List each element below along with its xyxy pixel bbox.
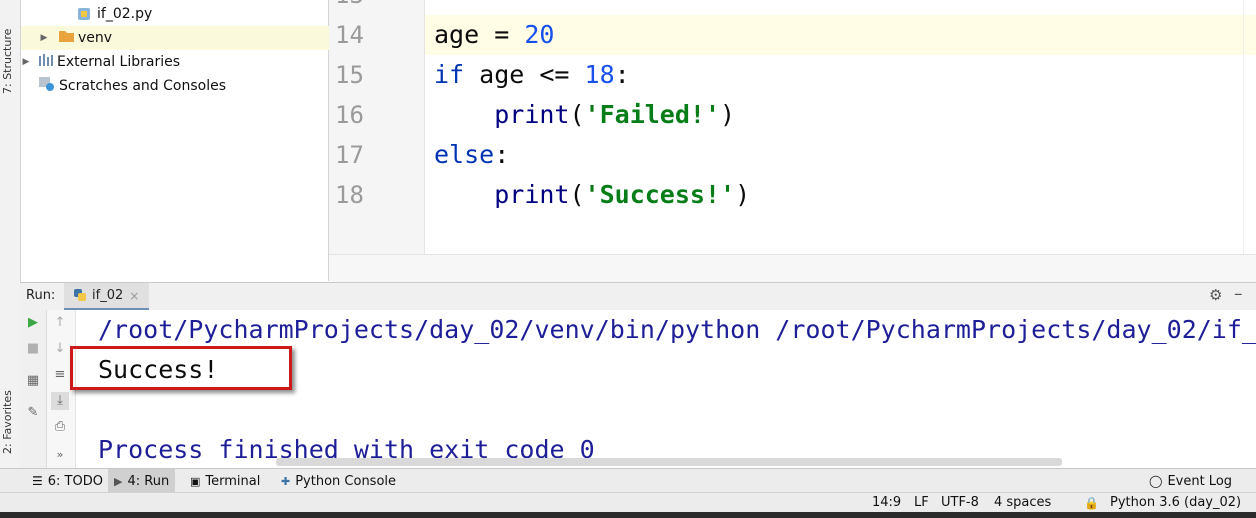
line-number: 17 — [335, 141, 364, 169]
horizontal-scrollbar[interactable] — [276, 458, 1062, 466]
event-log-icon: ◯ — [1149, 474, 1163, 488]
line-number: 18 — [335, 181, 364, 209]
favorites-label: 2: Favorites — [1, 390, 14, 454]
annotation-highlight-box — [70, 346, 292, 390]
line-number: 16 — [335, 101, 364, 129]
tree-item-external-libraries[interactable]: ▶ External Libraries — [21, 50, 328, 74]
python-console-label: Python Console — [295, 473, 397, 489]
event-log-tab[interactable]: ◯ Event Log — [1143, 469, 1238, 493]
editor-scrollbar[interactable] — [1243, 0, 1256, 254]
run-toolbar: ▶ ■ ▦ ✎ — [20, 310, 47, 468]
line-separator[interactable]: LF — [914, 493, 929, 513]
terminal-label: Terminal — [205, 473, 261, 489]
run-tab-if02[interactable]: if_02 × — [64, 283, 150, 310]
run-icon: ▶ — [114, 474, 123, 488]
minimize-icon[interactable]: – — [1234, 284, 1243, 304]
pin-icon[interactable]: ✎ — [24, 404, 42, 422]
code-line-14: age = 20 — [434, 20, 555, 49]
python-icon — [74, 286, 86, 305]
python-console-tab[interactable]: ✚ Python Console — [275, 469, 402, 493]
close-icon[interactable]: × — [129, 289, 139, 303]
code-line-16: print('Failed!') — [494, 100, 736, 129]
up-arrow-icon[interactable]: ↑ — [51, 314, 69, 332]
run-tab-label: 4: Run — [127, 473, 170, 489]
layout-icon[interactable]: ▦ — [24, 372, 42, 390]
tree-item-venv[interactable]: ▶ venv — [21, 26, 346, 50]
scroll-to-end-icon[interactable]: ⤓ — [51, 392, 69, 410]
left-tool-strip: 7: Structure 2: Favorites — [0, 0, 21, 468]
structure-tool-button[interactable]: 7: Structure — [1, 4, 19, 94]
library-icon — [39, 54, 53, 70]
chevron-right-icon[interactable]: ▶ — [39, 33, 49, 43]
favorites-tool-button[interactable]: 2: Favorites — [1, 362, 19, 454]
line-number: 15 — [335, 61, 364, 89]
python-console-icon: ✚ — [281, 474, 291, 488]
python-file-icon — [77, 7, 91, 21]
list-icon: ☰ — [32, 474, 43, 488]
editor-gutter: 13 14 15 16 17 18 — [329, 0, 425, 254]
code-line-17: else: — [434, 140, 510, 169]
background-terminal — [0, 512, 1256, 518]
lock-icon[interactable]: 🔒 — [1084, 493, 1099, 513]
status-bar: 14:9 LF UTF-8 4 spaces 🔒 Python 3.6 (day… — [0, 492, 1256, 513]
tree-item-label: External Libraries — [57, 54, 180, 70]
tree-item-label: if_02.py — [97, 6, 153, 22]
chevron-right-icon[interactable]: ▶ — [21, 57, 31, 67]
tree-item-scratches[interactable]: Scratches and Consoles — [21, 74, 346, 98]
structure-label: 7: Structure — [1, 28, 14, 94]
todo-label: 6: TODO — [47, 473, 103, 489]
more-icon[interactable]: » — [51, 446, 69, 464]
scratches-icon — [39, 77, 55, 95]
indent-setting[interactable]: 4 spaces — [994, 493, 1051, 513]
event-log-label: Event Log — [1167, 473, 1233, 489]
tree-item-label: Scratches and Consoles — [59, 78, 226, 94]
rerun-icon[interactable]: ▶ — [24, 314, 42, 332]
code-line-18: print('Success!') — [494, 180, 751, 209]
file-encoding[interactable]: UTF-8 — [941, 493, 979, 513]
terminal-icon: ▣ — [190, 474, 201, 488]
run-tab-label: if_02 — [92, 288, 124, 303]
code-line-15: if age <= 18: — [434, 60, 630, 89]
folder-icon — [59, 30, 74, 46]
line-number: 13 — [335, 0, 364, 15]
gear-icon[interactable]: ⚙ — [1209, 286, 1222, 304]
code-editor[interactable]: age = 20 if age <= 18: print('Failed!') … — [425, 0, 1256, 254]
soft-wrap-icon[interactable]: ≡ — [51, 366, 69, 384]
project-tree: if_02.py ▶ venv ▶ External Libraries Scr… — [21, 0, 346, 281]
interpreter-selector[interactable]: Python 3.6 (day_02) — [1110, 493, 1241, 513]
line-number: 14 — [335, 21, 364, 49]
terminal-tab[interactable]: ▣ Terminal — [184, 469, 266, 493]
run-label: Run: — [26, 288, 56, 303]
cursor-position[interactable]: 14:9 — [872, 493, 901, 513]
tool-window-bar: ☰ 6: TODO ▶ 4: Run ▣ Terminal ✚ Python C… — [0, 468, 1256, 493]
todo-tab[interactable]: ☰ 6: TODO — [26, 469, 109, 493]
run-panel-header: Run: if_02 × ⚙ – — [20, 282, 1256, 311]
editor-bottom-area — [329, 254, 1256, 282]
console-line: /root/PycharmProjects/day_02/venv/bin/py… — [98, 315, 1256, 344]
stop-icon[interactable]: ■ — [24, 340, 42, 358]
down-arrow-icon[interactable]: ↓ — [51, 340, 69, 358]
run-tab[interactable]: ▶ 4: Run — [108, 469, 176, 493]
tree-item-label: venv — [78, 30, 113, 46]
print-icon[interactable]: ⎙ — [51, 418, 69, 436]
